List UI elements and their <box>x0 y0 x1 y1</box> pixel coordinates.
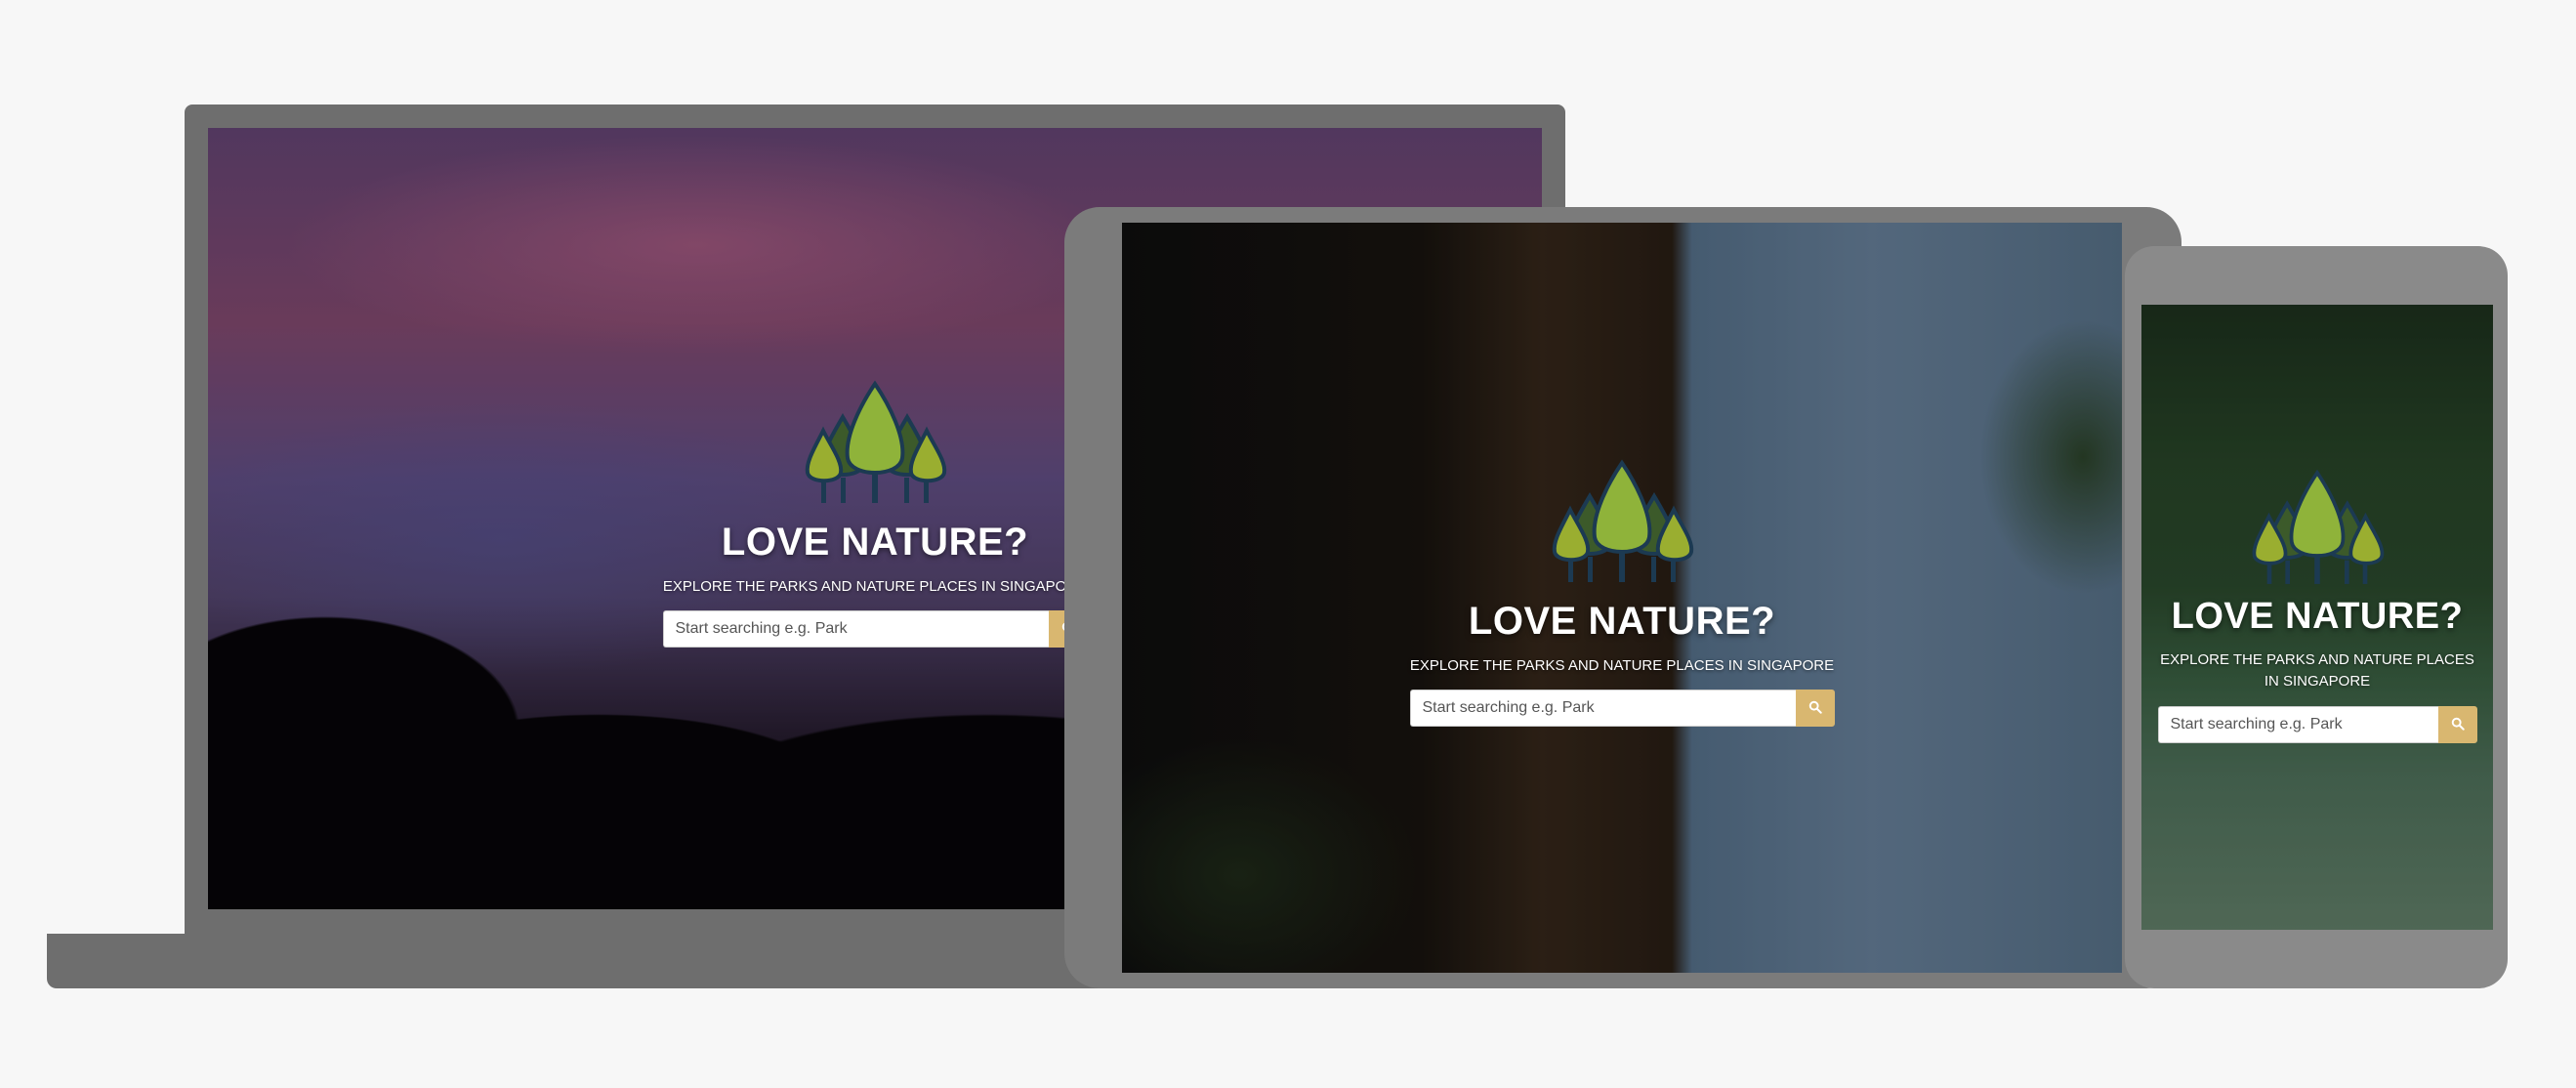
search-button[interactable] <box>2437 706 2477 743</box>
search-bar <box>2157 706 2477 743</box>
tablet-screen: LOVE NATURE? EXPLORE THE PARKS AND NATUR… <box>1122 223 2122 973</box>
page-subtitle: EXPLORE THE PARKS AND NATURE PLACES IN S… <box>1409 657 1835 674</box>
page-subtitle: EXPLORE THE PARKS AND NATURE PLACES IN S… <box>662 578 1088 595</box>
page-subtitle: EXPLORE THE PARKS AND NATURE PLACES IN S… <box>2160 651 2474 690</box>
page-title: LOVE NATURE? <box>721 521 1029 564</box>
page-title: LOVE NATURE? <box>2171 596 2464 637</box>
search-icon <box>2451 717 2465 733</box>
search-icon <box>1808 700 1822 717</box>
hero-mobile: LOVE NATURE? EXPLORE THE PARKS AND NATUR… <box>2141 469 2493 743</box>
search-bar <box>662 610 1088 648</box>
search-input[interactable] <box>2157 706 2438 743</box>
phone-screen: LOVE NATURE? EXPLORE THE PARKS AND NATUR… <box>2141 305 2493 930</box>
trees-logo-icon <box>1549 459 1695 586</box>
search-input[interactable] <box>662 610 1049 648</box>
trees-logo-icon <box>2249 469 2386 588</box>
hero-tablet: LOVE NATURE? EXPLORE THE PARKS AND NATUR… <box>1122 459 2122 727</box>
search-input[interactable] <box>1409 690 1796 727</box>
trees-logo-icon <box>802 380 948 507</box>
page-title: LOVE NATURE? <box>1468 600 1776 643</box>
search-bar <box>1409 690 1835 727</box>
search-button[interactable] <box>1795 690 1835 727</box>
